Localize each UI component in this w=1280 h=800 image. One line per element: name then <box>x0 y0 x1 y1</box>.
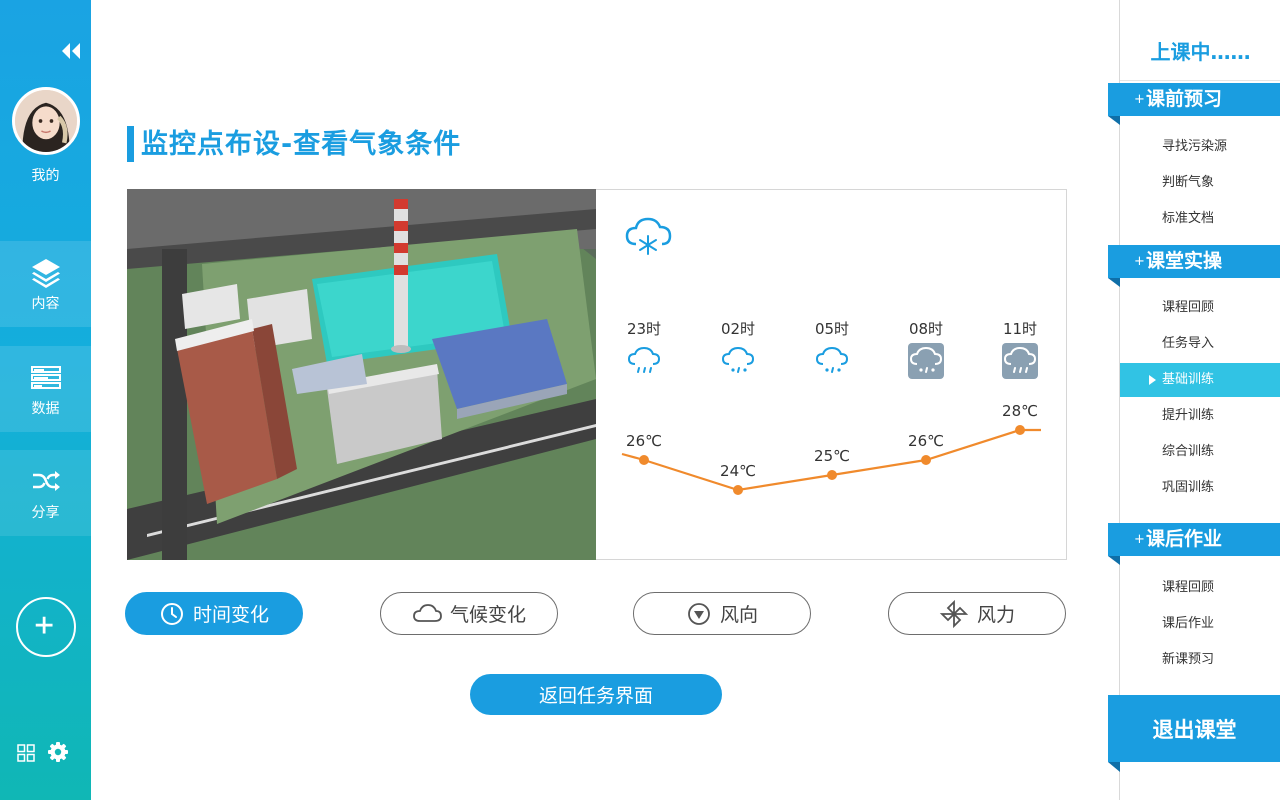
tab-wind-direction-label: 风向 <box>719 604 758 626</box>
section-header-preview[interactable]: + 课前预习 <box>1108 83 1280 125</box>
menu-item-standard-docs[interactable]: 标准文档 <box>1120 202 1280 236</box>
plus-icon: + <box>1134 254 1145 269</box>
menu-item-consolidation-training[interactable]: 巩固训练 <box>1120 471 1280 505</box>
add-button[interactable] <box>16 597 76 657</box>
tab-climate-change[interactable]: 气候变化 <box>380 592 558 635</box>
temperature-point <box>921 455 931 465</box>
plus-icon: + <box>1134 92 1145 107</box>
section-title-class-practice: 课堂实操 <box>1146 250 1223 272</box>
menu-item-homework[interactable]: 课后作业 <box>1120 607 1280 641</box>
windmill-icon <box>939 599 969 628</box>
rain-cloud-icon <box>1002 343 1038 379</box>
forecast-hour-label: 08时 <box>908 320 944 338</box>
sleet-cloud-icon <box>721 346 755 373</box>
nav-item-data[interactable]: 数据 <box>0 346 91 432</box>
nav-item-content[interactable]: 内容 <box>0 241 91 327</box>
right-sidebar: 上课中…… + 课前预习 寻找污染源 判断气象 标准文档 + 课堂实操 课程回顾… <box>1108 0 1280 800</box>
nav-label-content: 内容 <box>31 296 60 312</box>
menu-item-basic-training-label: 基础训练 <box>1162 372 1215 387</box>
return-to-task-button[interactable]: 返回任务界面 <box>470 674 722 715</box>
factory-3d-scene[interactable] <box>127 189 596 560</box>
avatar-image <box>15 90 77 152</box>
exit-class-button[interactable]: 退出课堂 <box>1108 695 1280 772</box>
forecast-hour-label: 02时 <box>720 320 756 338</box>
section-header-homework[interactable]: + 课后作业 <box>1108 523 1280 565</box>
nav-label-share: 分享 <box>31 505 60 521</box>
collapse-double-chevron-icon[interactable] <box>58 38 88 64</box>
nav-item-share[interactable]: 分享 <box>0 450 91 536</box>
factory-scene-illustration <box>127 189 596 560</box>
profile-label[interactable]: 我的 <box>0 165 91 185</box>
forecast-hour-label: 05时 <box>814 320 850 338</box>
plus-icon: + <box>1134 532 1145 547</box>
clock-icon <box>160 602 183 625</box>
menu-item-course-review[interactable]: 课程回顾 <box>1120 291 1280 325</box>
sleet-cloud-icon <box>815 346 849 373</box>
cloud-icon <box>413 603 442 622</box>
page-title: 监控点布设-查看气象条件 <box>141 129 462 160</box>
rain-cloud-icon <box>627 346 661 373</box>
tab-wind-direction[interactable]: 风向 <box>633 592 811 635</box>
menu-item-find-pollution-source[interactable]: 寻找污染源 <box>1120 130 1280 164</box>
temperature-line <box>621 428 1041 492</box>
layers-icon <box>31 259 60 288</box>
plus-icon <box>35 616 53 634</box>
tab-climate-change-label: 气候变化 <box>449 604 526 626</box>
compass-icon <box>688 602 710 625</box>
left-sidebar: 我的 内容 数据 分享 <box>0 0 91 800</box>
class-status-title: 上课中…… <box>1150 40 1251 64</box>
page-title-accent-bar <box>127 126 134 162</box>
section-title-homework: 课后作业 <box>1146 528 1223 550</box>
section-header-class-practice[interactable]: + 课堂实操 <box>1108 245 1280 287</box>
grid-icon[interactable] <box>17 744 35 762</box>
menu-item-judge-weather[interactable]: 判断气象 <box>1120 166 1280 200</box>
nav-label-data: 数据 <box>31 401 60 417</box>
tab-time-change-label: 时间变化 <box>192 604 269 626</box>
status-divider <box>1120 80 1280 81</box>
forecast-hour-label: 11时 <box>1002 320 1038 338</box>
tab-wind-force[interactable]: 风力 <box>888 592 1066 635</box>
forecast-hour-label: 23时 <box>626 320 662 338</box>
data-icon <box>30 366 61 389</box>
caret-right-icon <box>1149 375 1156 385</box>
temperature-line-chart <box>621 425 1041 495</box>
weather-panel: 23时 26℃ 02时 24℃ 05时 25℃ 08时 26℃ 11时 28℃ <box>596 189 1067 560</box>
tab-wind-force-label: 风力 <box>976 604 1015 626</box>
avatar[interactable] <box>12 87 80 155</box>
menu-item-new-lesson-preview[interactable]: 新课预习 <box>1120 643 1280 677</box>
menu-item-advanced-training[interactable]: 提升训练 <box>1120 399 1280 433</box>
section-title-preview: 课前预习 <box>1146 88 1223 110</box>
sleet-cloud-icon <box>908 343 944 379</box>
gear-icon[interactable] <box>47 741 69 763</box>
temperature-point <box>733 485 743 495</box>
tab-time-change[interactable]: 时间变化 <box>125 592 303 635</box>
temperature-point <box>827 470 837 480</box>
menu-item-comprehensive-training[interactable]: 综合训练 <box>1120 435 1280 469</box>
temperature-point <box>639 455 649 465</box>
app-window: 我的 内容 数据 分享 监控点布设-查看气象条件 23时 26℃ 02时 24℃… <box>0 0 1280 800</box>
menu-item-homework-course-review[interactable]: 课程回顾 <box>1120 571 1280 605</box>
temperature-point <box>1015 425 1025 435</box>
menu-item-basic-training[interactable]: 基础训练 <box>1120 363 1280 397</box>
menu-item-task-intro[interactable]: 任务导入 <box>1120 327 1280 361</box>
snow-cloud-icon <box>625 217 672 255</box>
shuffle-icon <box>32 471 60 491</box>
